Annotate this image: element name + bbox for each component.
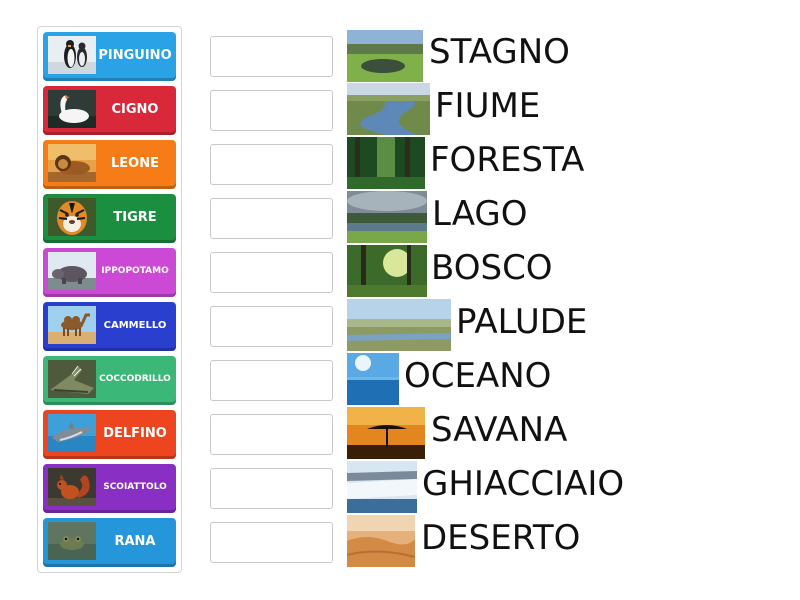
habitat-label: BOSCO (431, 248, 553, 288)
card-delfino[interactable]: DELFINO (43, 410, 176, 459)
card-label: CIGNO (111, 101, 159, 117)
card-label: IPPOPOTAMO (101, 266, 169, 276)
card-label: DELFINO (103, 425, 167, 441)
habitat-label: STAGNO (429, 32, 570, 72)
drop-slot[interactable] (210, 90, 333, 131)
habitat-label: OCEANO (404, 356, 552, 396)
habitat-label: GHIACCIAIO (422, 464, 625, 504)
river-photo-icon (347, 83, 430, 135)
card-scoiattolo[interactable]: SCOIATTOLO (43, 464, 176, 513)
card-label: RANA (114, 533, 156, 549)
savanna-photo-icon (347, 407, 425, 459)
card-rana[interactable]: RANA (43, 518, 176, 567)
habitat-label: LAGO (432, 194, 528, 234)
swamp-photo-icon (347, 299, 451, 351)
drop-slot[interactable] (210, 468, 333, 509)
frog-photo-icon (48, 522, 96, 560)
card-leone[interactable]: LEONE (43, 140, 176, 189)
hippo-photo-icon (48, 252, 96, 290)
camel-photo-icon (48, 306, 96, 344)
card-label: CAMMELLO (103, 319, 167, 331)
drop-slot[interactable] (210, 414, 333, 455)
swan-photo-icon (48, 90, 96, 128)
habitat-label: DESERTO (421, 518, 581, 558)
habitat-label: FIUME (435, 86, 541, 126)
card-cammello[interactable]: CAMMELLO (43, 302, 176, 351)
card-label: COCCODRILLO (99, 374, 171, 384)
drop-slot[interactable] (210, 360, 333, 401)
habitat-label: PALUDE (456, 302, 588, 342)
desert-photo-icon (347, 515, 415, 567)
card-coccodrillo[interactable]: COCCODRILLO (43, 356, 176, 405)
dolphin-photo-icon (48, 414, 96, 452)
tiger-photo-icon (48, 198, 96, 236)
drop-slot[interactable] (210, 522, 333, 563)
card-label: SCOIATTOLO (103, 482, 167, 492)
card-label: TIGRE (113, 209, 157, 225)
card-ippopotamo[interactable]: IPPOPOTAMO (43, 248, 176, 297)
habitat-label: SAVANA (431, 410, 568, 450)
drop-slot[interactable] (210, 252, 333, 293)
card-label: PINGUINO (98, 47, 172, 63)
card-pinguino[interactable]: PINGUINO (43, 32, 176, 81)
pond-photo-icon (347, 30, 423, 82)
card-label: LEONE (111, 155, 159, 171)
habitat-label: FORESTA (430, 140, 585, 180)
drop-slot[interactable] (210, 36, 333, 77)
lion-photo-icon (48, 144, 96, 182)
crocodile-photo-icon (48, 360, 96, 398)
card-tigre[interactable]: TIGRE (43, 194, 176, 243)
glacier-photo-icon (347, 461, 417, 513)
drop-slot[interactable] (210, 198, 333, 239)
woods-photo-icon (347, 245, 427, 297)
forest-photo-icon (347, 137, 425, 189)
lake-photo-icon (347, 191, 427, 243)
squirrel-photo-icon (48, 468, 96, 506)
drop-slot[interactable] (210, 306, 333, 347)
card-cigno[interactable]: CIGNO (43, 86, 176, 135)
ocean-photo-icon (347, 353, 399, 405)
penguin-photo-icon (48, 36, 96, 74)
drop-slot[interactable] (210, 144, 333, 185)
